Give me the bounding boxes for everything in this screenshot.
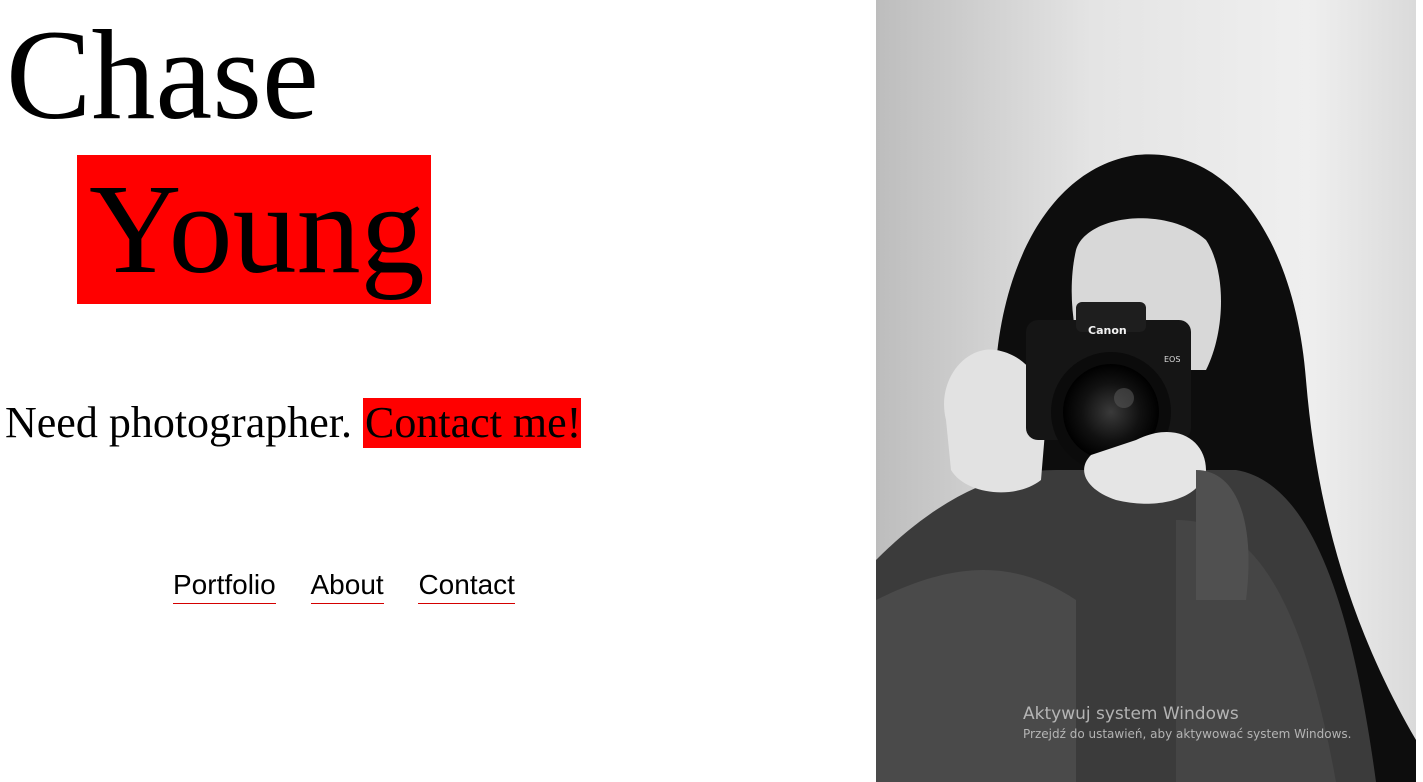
hero-first-name: Chase bbox=[6, 4, 319, 146]
hero-tagline: Need photographer. Contact me! bbox=[5, 398, 582, 448]
hero-photo: Canon EOS bbox=[876, 0, 1416, 782]
windows-activation-watermark: Aktywuj system Windows Przejdź do ustawi… bbox=[1023, 703, 1351, 743]
main-nav: Portfolio About Contact bbox=[173, 568, 515, 604]
nav-item-contact[interactable]: Contact bbox=[418, 568, 515, 604]
watermark-title: Aktywuj system Windows bbox=[1023, 704, 1239, 724]
camera-model-label: EOS bbox=[1164, 355, 1180, 364]
nav-item-portfolio[interactable]: Portfolio bbox=[173, 568, 276, 604]
hero-section: Chase Young Need photographer. Contact m… bbox=[0, 0, 876, 782]
camera-brand-label: Canon bbox=[1088, 324, 1127, 337]
photographer-illustration: Canon EOS bbox=[876, 0, 1416, 782]
watermark-subtitle: Przejdź do ustawień, aby aktywować syste… bbox=[1023, 727, 1352, 741]
hero-last-name: Young bbox=[77, 155, 431, 304]
tagline-text: Need photographer. bbox=[5, 398, 352, 447]
contact-me-link[interactable]: Contact me! bbox=[363, 398, 582, 448]
nav-item-about[interactable]: About bbox=[310, 568, 384, 604]
